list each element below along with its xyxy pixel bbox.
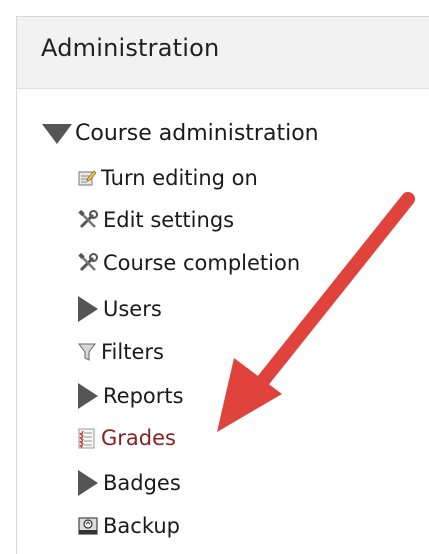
funnel-icon (78, 342, 96, 362)
tree-item-users[interactable]: Users (78, 296, 162, 322)
tree-item-label: Grades (101, 426, 176, 450)
expand-triangle-icon (78, 383, 98, 409)
tools-icon (78, 252, 98, 273)
tree-item-filters[interactable]: Filters (78, 340, 164, 364)
tree-item-turn-editing-on[interactable]: Turn editing on (78, 166, 258, 190)
grades-icon (78, 428, 96, 449)
tree-item-label: Turn editing on (101, 166, 258, 190)
tree-item-badges[interactable]: Badges (78, 470, 181, 496)
tree-item-label: Reports (103, 384, 184, 408)
tools-icon (78, 209, 98, 230)
tree-item-label: Badges (103, 471, 181, 495)
tree-item-course-completion[interactable]: Course completion (78, 251, 300, 275)
tree-item-label: Course completion (103, 251, 301, 275)
tree-branch-course-administration[interactable]: Course administration (42, 121, 319, 146)
backup-icon (78, 516, 98, 536)
tree-item-label: Edit settings (103, 208, 235, 232)
collapse-triangle-icon (42, 123, 72, 144)
tree-item-grades[interactable]: Grades (78, 426, 176, 450)
admin-tree: Course administration Turn editing on Ed… (0, 0, 429, 554)
tree-item-label: Backup (103, 514, 180, 538)
tree-item-label: Users (103, 297, 162, 321)
tree-item-reports[interactable]: Reports (78, 383, 184, 409)
expand-triangle-icon (78, 470, 98, 496)
tree-item-label: Filters (101, 340, 164, 364)
tree-item-backup[interactable]: Backup (78, 514, 180, 538)
edit-document-icon (78, 169, 97, 187)
tree-branch-label: Course administration (75, 121, 319, 146)
expand-triangle-icon (78, 296, 98, 322)
tree-item-edit-settings[interactable]: Edit settings (78, 208, 234, 232)
